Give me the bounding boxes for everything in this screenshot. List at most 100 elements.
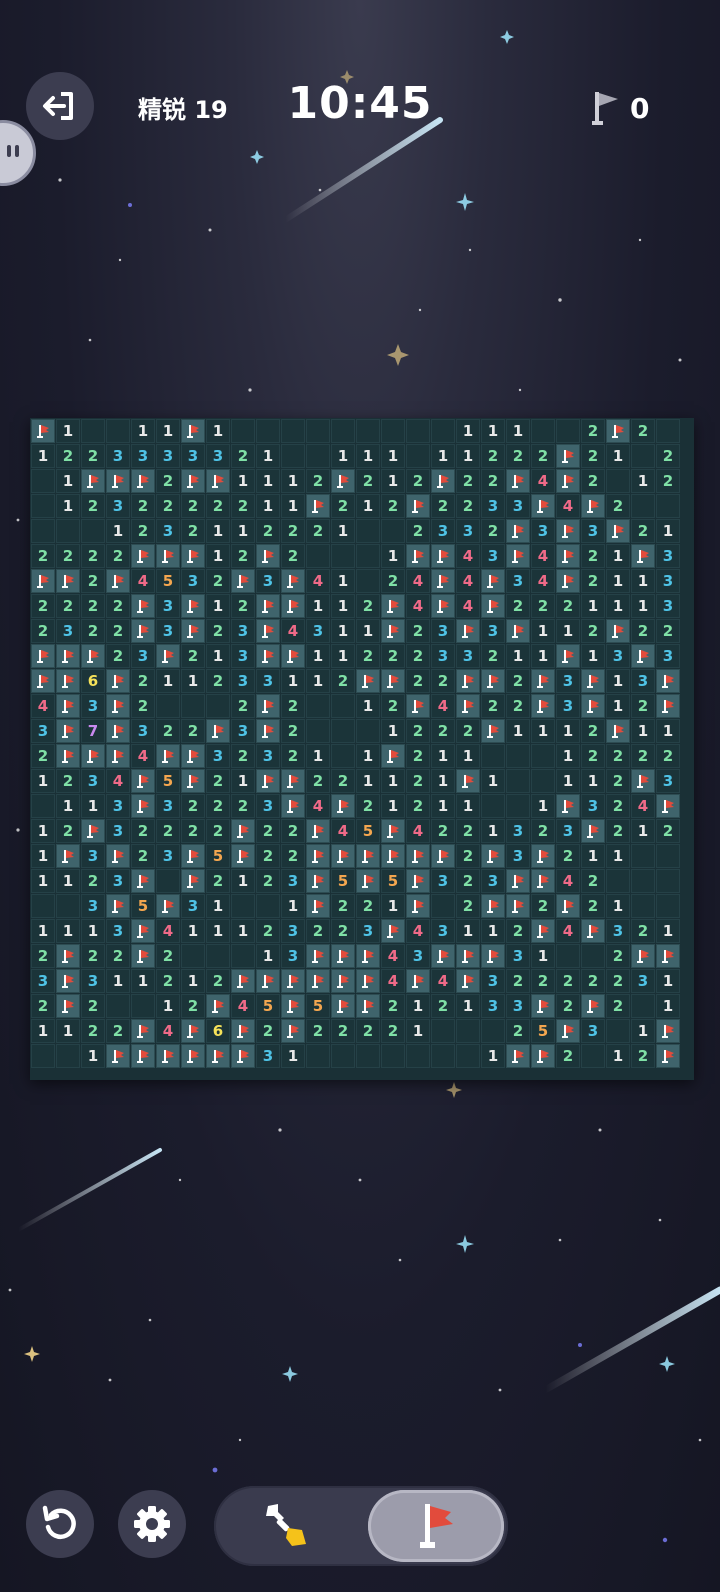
number-cell[interactable]: 2 (81, 869, 105, 893)
flagged-cell[interactable] (156, 644, 180, 668)
number-cell[interactable]: 2 (256, 1019, 280, 1043)
number-cell[interactable]: 3 (631, 669, 655, 693)
number-cell[interactable]: 1 (481, 419, 505, 443)
flagged-cell[interactable] (56, 844, 80, 868)
number-cell[interactable]: 1 (231, 919, 255, 943)
number-cell[interactable]: 2 (656, 744, 680, 768)
number-cell[interactable]: 3 (131, 719, 155, 743)
number-cell[interactable]: 3 (106, 869, 130, 893)
flagged-cell[interactable] (431, 594, 455, 618)
flagged-cell[interactable] (331, 844, 355, 868)
number-cell[interactable]: 3 (656, 594, 680, 618)
flagged-cell[interactable] (381, 744, 405, 768)
number-cell[interactable]: 1 (306, 744, 330, 768)
flagged-cell[interactable] (31, 419, 55, 443)
number-cell[interactable]: 2 (606, 769, 630, 793)
flagged-cell[interactable] (556, 544, 580, 568)
flagged-cell[interactable] (181, 594, 205, 618)
flagged-cell[interactable] (156, 894, 180, 918)
number-cell[interactable]: 1 (356, 444, 380, 468)
empty-cell[interactable] (556, 419, 580, 443)
flagged-cell[interactable] (356, 994, 380, 1018)
number-cell[interactable]: 2 (581, 969, 605, 993)
number-cell[interactable]: 2 (81, 994, 105, 1018)
flagged-cell[interactable] (131, 794, 155, 818)
number-cell[interactable]: 3 (106, 444, 130, 468)
number-cell[interactable]: 2 (206, 769, 230, 793)
number-cell[interactable]: 1 (331, 619, 355, 643)
number-cell[interactable]: 3 (481, 969, 505, 993)
number-cell[interactable]: 1 (531, 794, 555, 818)
flagged-cell[interactable] (506, 894, 530, 918)
number-cell[interactable]: 5 (331, 869, 355, 893)
number-cell[interactable]: 2 (356, 894, 380, 918)
flagged-cell[interactable] (206, 1044, 230, 1068)
flagged-cell[interactable] (556, 644, 580, 668)
number-cell[interactable]: 1 (206, 544, 230, 568)
number-cell[interactable]: 4 (131, 569, 155, 593)
number-cell[interactable]: 2 (456, 719, 480, 743)
number-cell[interactable]: 3 (281, 869, 305, 893)
flagged-cell[interactable] (456, 769, 480, 793)
number-cell[interactable]: 1 (606, 569, 630, 593)
empty-cell[interactable] (381, 519, 405, 543)
number-cell[interactable]: 2 (481, 519, 505, 543)
number-cell[interactable]: 1 (656, 994, 680, 1018)
empty-cell[interactable] (31, 494, 55, 518)
flagged-cell[interactable] (606, 719, 630, 743)
number-cell[interactable]: 1 (356, 619, 380, 643)
flagged-cell[interactable] (256, 769, 280, 793)
number-cell[interactable]: 2 (456, 494, 480, 518)
number-cell[interactable]: 2 (131, 519, 155, 543)
number-cell[interactable]: 2 (581, 894, 605, 918)
number-cell[interactable]: 1 (556, 619, 580, 643)
number-cell[interactable]: 2 (481, 469, 505, 493)
number-cell[interactable]: 2 (506, 969, 530, 993)
number-cell[interactable]: 4 (531, 469, 555, 493)
number-cell[interactable]: 2 (256, 519, 280, 543)
empty-cell[interactable] (606, 469, 630, 493)
number-cell[interactable]: 3 (506, 994, 530, 1018)
flagged-cell[interactable] (506, 619, 530, 643)
number-cell[interactable]: 2 (181, 644, 205, 668)
number-cell[interactable]: 3 (406, 944, 430, 968)
number-cell[interactable]: 3 (231, 619, 255, 643)
flagged-cell[interactable] (531, 994, 555, 1018)
empty-cell[interactable] (431, 419, 455, 443)
number-cell[interactable]: 2 (406, 469, 430, 493)
number-cell[interactable]: 3 (281, 919, 305, 943)
number-cell[interactable]: 1 (481, 1044, 505, 1068)
number-cell[interactable]: 2 (131, 694, 155, 718)
flagged-cell[interactable] (106, 569, 130, 593)
number-cell[interactable]: 2 (581, 419, 605, 443)
flagged-cell[interactable] (356, 944, 380, 968)
flagged-cell[interactable] (131, 1019, 155, 1043)
number-cell[interactable]: 4 (406, 569, 430, 593)
empty-cell[interactable] (231, 894, 255, 918)
number-cell[interactable]: 2 (156, 719, 180, 743)
empty-cell[interactable] (331, 694, 355, 718)
number-cell[interactable]: 1 (581, 594, 605, 618)
flagged-cell[interactable] (106, 694, 130, 718)
flagged-cell[interactable] (506, 469, 530, 493)
number-cell[interactable]: 1 (56, 919, 80, 943)
number-cell[interactable]: 4 (306, 794, 330, 818)
number-cell[interactable]: 2 (431, 669, 455, 693)
number-cell[interactable]: 2 (231, 494, 255, 518)
empty-cell[interactable] (431, 894, 455, 918)
empty-cell[interactable] (56, 1044, 80, 1068)
number-cell[interactable]: 1 (256, 469, 280, 493)
flagged-cell[interactable] (456, 619, 480, 643)
number-cell[interactable]: 2 (106, 594, 130, 618)
flagged-cell[interactable] (531, 869, 555, 893)
number-cell[interactable]: 3 (431, 869, 455, 893)
number-cell[interactable]: 1 (156, 669, 180, 693)
flagged-cell[interactable] (56, 644, 80, 668)
number-cell[interactable]: 2 (181, 994, 205, 1018)
number-cell[interactable]: 2 (631, 419, 655, 443)
number-cell[interactable]: 3 (181, 444, 205, 468)
flagged-cell[interactable] (106, 844, 130, 868)
number-cell[interactable]: 4 (281, 619, 305, 643)
flagged-cell[interactable] (56, 569, 80, 593)
number-cell[interactable]: 1 (131, 419, 155, 443)
